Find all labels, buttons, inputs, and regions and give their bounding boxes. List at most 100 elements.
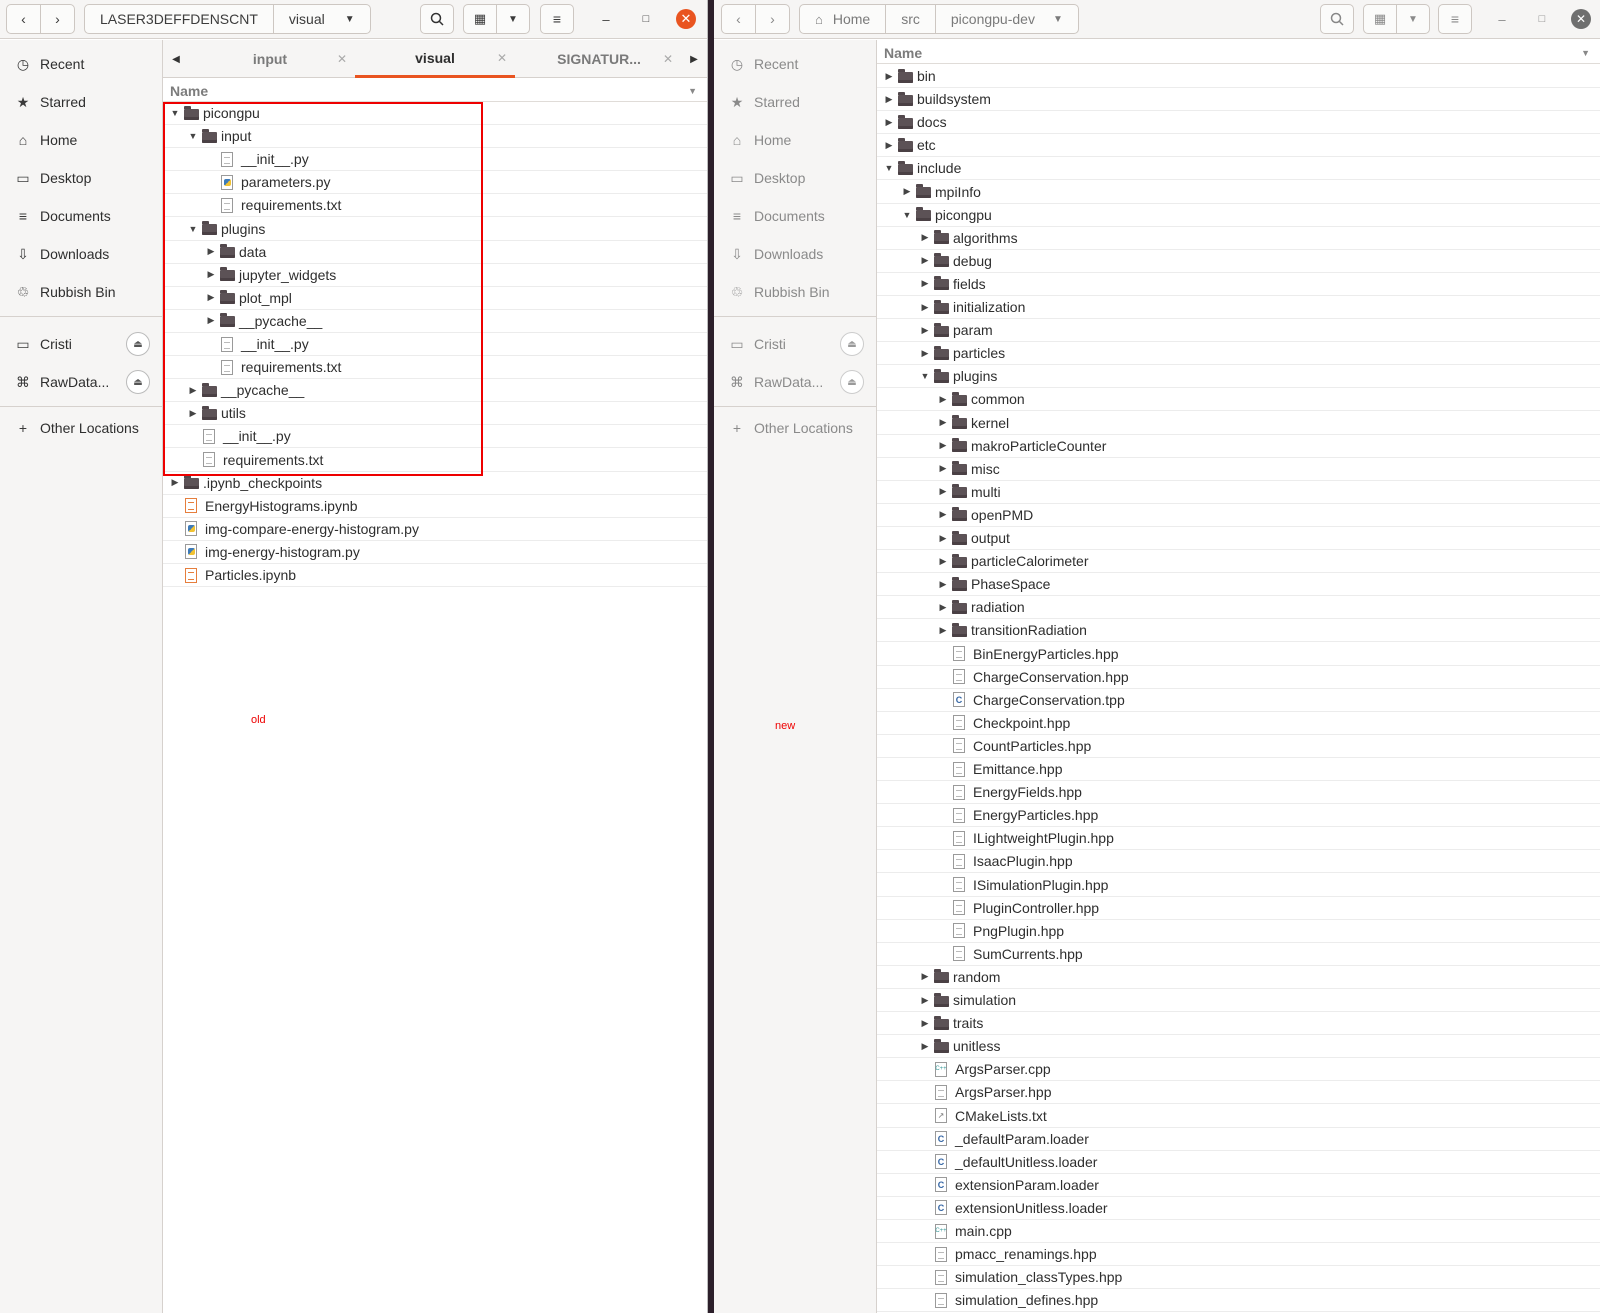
expander-collapsed-icon[interactable]: ▶ (917, 1041, 933, 1052)
file-row[interactable]: ArgsParser.hpp (877, 1081, 1600, 1105)
view-options-button[interactable]: ▼ (1396, 4, 1430, 34)
minimize-button[interactable]: – (596, 9, 616, 29)
file-row[interactable]: ↗ CMakeLists.txt (877, 1105, 1600, 1128)
folder-row[interactable]: ▶ debug (877, 250, 1600, 273)
expander-collapsed-icon[interactable]: ▶ (935, 509, 951, 520)
file-row[interactable]: img-energy-histogram.py (163, 541, 707, 564)
file-row[interactable]: pmacc_renamings.hpp (877, 1243, 1600, 1267)
folder-row[interactable]: ▶ transitionRadiation (877, 619, 1600, 643)
column-header-name[interactable]: Name ▼ (163, 80, 707, 102)
search-button[interactable] (420, 4, 454, 34)
view-grid-button[interactable]: ▦ (1363, 4, 1397, 34)
sidebar-item-desktop[interactable]: ▭ Desktop (0, 162, 162, 194)
sidebar-item-other-locations[interactable]: + Other Locations (0, 412, 162, 444)
expander-collapsed-icon[interactable]: ▶ (935, 579, 951, 590)
view-grid-button[interactable]: ▦ (463, 4, 497, 34)
file-row[interactable]: Particles.ipynb (163, 564, 707, 588)
expander-collapsed-icon[interactable]: ▶ (881, 140, 897, 151)
folder-row[interactable]: ▶ openPMD (877, 504, 1600, 527)
folder-row[interactable]: ▶ particles (877, 342, 1600, 366)
folder-row[interactable]: ▶ common (877, 388, 1600, 412)
sidebar-item-rubbish-bin[interactable]: ♲ Rubbish Bin (714, 276, 876, 308)
folder-row[interactable]: ▶ bin (877, 65, 1600, 89)
expander-collapsed-icon[interactable]: ▶ (935, 417, 951, 428)
sidebar-item-documents[interactable]: ≡ Documents (0, 200, 162, 232)
folder-row[interactable]: ▼ include (877, 157, 1600, 181)
eject-icon[interactable]: ⏏ (840, 370, 864, 394)
folder-row[interactable]: ▶ misc (877, 458, 1600, 481)
breadcrumb-item[interactable]: LASER3DEFFDENSCNT (85, 5, 274, 33)
expander-collapsed-icon[interactable]: ▶ (917, 971, 933, 982)
expander-collapsed-icon[interactable]: ▶ (935, 533, 951, 544)
expander-collapsed-icon[interactable]: ▶ (935, 602, 951, 613)
sidebar-item-device[interactable]: ⌘ RawData... ⏏ (714, 366, 876, 398)
file-row[interactable]: PngPlugin.hpp (877, 920, 1600, 943)
forward-button[interactable]: › (40, 4, 75, 34)
tab-input[interactable]: input ✕ (185, 40, 355, 78)
folder-row[interactable]: ▶ etc (877, 134, 1600, 158)
expander-collapsed-icon[interactable]: ▶ (917, 325, 933, 336)
back-button[interactable]: ‹ (6, 4, 41, 34)
expander-collapsed-icon[interactable]: ▶ (935, 556, 951, 567)
folder-row[interactable]: ▶ initialization (877, 296, 1600, 320)
sidebar-item-other-locations[interactable]: + Other Locations (714, 412, 876, 444)
expander-collapsed-icon[interactable]: ▶ (917, 255, 933, 266)
expander-collapsed-icon[interactable]: ▶ (917, 995, 933, 1006)
menu-button[interactable]: ≡ (1438, 4, 1472, 34)
expander-collapsed-icon[interactable]: ▶ (881, 117, 897, 128)
expander-collapsed-icon[interactable]: ▶ (935, 463, 951, 474)
breadcrumb-item-current[interactable]: picongpu-dev ▼ (936, 5, 1078, 33)
file-row[interactable]: IsaacPlugin.hpp (877, 850, 1600, 874)
file-row[interactable]: EnergyParticles.hpp (877, 804, 1600, 828)
folder-row[interactable]: ▶ simulation (877, 989, 1600, 1013)
expander-expanded-icon[interactable]: ▼ (899, 210, 915, 220)
sidebar-item-starred[interactable]: ★ Starred (714, 86, 876, 118)
file-row[interactable]: Checkpoint.hpp (877, 712, 1600, 735)
file-row[interactable]: C extensionUnitless.loader (877, 1197, 1600, 1220)
minimize-button[interactable]: – (1492, 9, 1512, 29)
file-row[interactable]: ILightweightPlugin.hpp (877, 827, 1600, 851)
sidebar-item-home[interactable]: ⌂ Home (714, 124, 876, 156)
maximize-button[interactable]: □ (636, 9, 656, 29)
eject-icon[interactable]: ⏏ (126, 370, 150, 394)
file-row[interactable]: simulation_defines.hpp (877, 1289, 1600, 1313)
search-button[interactable] (1320, 4, 1354, 34)
folder-row[interactable]: ▶ unitless (877, 1035, 1600, 1059)
back-button[interactable]: ‹ (721, 4, 756, 34)
folder-row[interactable]: ▼ plugins (877, 365, 1600, 389)
close-tab-icon[interactable]: ✕ (497, 51, 507, 65)
sidebar-item-downloads[interactable]: ⇩ Downloads (714, 238, 876, 270)
folder-row[interactable]: ▶ makroParticleCounter (877, 435, 1600, 458)
sidebar-item-device[interactable]: ⌘ RawData... ⏏ (0, 366, 162, 398)
column-header-name[interactable]: Name ▼ (877, 42, 1600, 64)
folder-row[interactable]: ▶ algorithms (877, 227, 1600, 250)
sidebar-item-recent[interactable]: ◷ Recent (0, 48, 162, 80)
expander-expanded-icon[interactable]: ▼ (881, 163, 897, 173)
folder-row[interactable]: ▶ multi (877, 481, 1600, 504)
view-options-button[interactable]: ▼ (496, 4, 530, 34)
expander-collapsed-icon[interactable]: ▶ (935, 440, 951, 451)
expander-collapsed-icon[interactable]: ▶ (935, 625, 951, 636)
file-row[interactable]: ChargeConservation.hpp (877, 666, 1600, 689)
close-tab-icon[interactable]: ✕ (337, 52, 347, 66)
folder-row[interactable]: ▶ mpiInfo (877, 181, 1600, 204)
folder-row[interactable]: ▶ docs (877, 111, 1600, 135)
file-row[interactable]: C++ ArgsParser.cpp (877, 1058, 1600, 1082)
folder-row[interactable]: ▶ buildsystem (877, 88, 1600, 112)
sidebar-item-starred[interactable]: ★ Starred (0, 86, 162, 118)
folder-row[interactable]: ▶ radiation (877, 596, 1600, 620)
expander-collapsed-icon[interactable]: ▶ (881, 71, 897, 82)
expander-collapsed-icon[interactable]: ▶ (167, 477, 183, 488)
sidebar-item-device[interactable]: ▭ Cristi ⏏ (714, 328, 876, 360)
folder-row[interactable]: ▶ random (877, 966, 1600, 989)
folder-row[interactable]: ▶ fields (877, 273, 1600, 296)
file-row[interactable]: simulation_classTypes.hpp (877, 1266, 1600, 1290)
file-row[interactable]: EnergyHistograms.ipynb (163, 495, 707, 518)
breadcrumb-item-home[interactable]: ⌂ Home (800, 5, 887, 33)
file-row[interactable]: EnergyFields.hpp (877, 781, 1600, 805)
file-row[interactable]: C ChargeConservation.tpp (877, 689, 1600, 712)
expander-collapsed-icon[interactable]: ▶ (917, 232, 933, 243)
file-row[interactable]: C extensionParam.loader (877, 1174, 1600, 1197)
expander-collapsed-icon[interactable]: ▶ (917, 1018, 933, 1029)
close-tab-icon[interactable]: ✕ (663, 52, 673, 66)
